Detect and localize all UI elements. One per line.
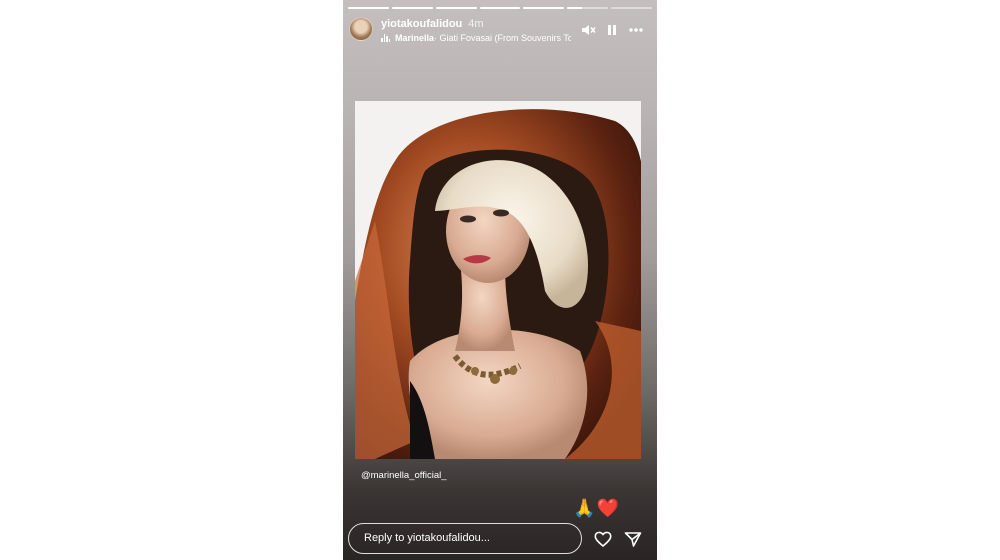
story-photo <box>355 101 641 459</box>
username[interactable]: yiotakoufalidou <box>381 18 462 30</box>
quick-reactions[interactable]: 🙏❤️ <box>573 498 620 519</box>
progress-segment <box>435 7 477 9</box>
progress-fill <box>523 7 565 9</box>
music-attribution[interactable]: Marinella · Giati Fovasai (From Souvenir… <box>381 33 571 43</box>
paper-plane-icon[interactable] <box>623 529 643 549</box>
story-user: yiotakoufalidou 4m <box>381 18 484 30</box>
music-artist: Marinella <box>395 33 435 43</box>
progress-segment <box>611 7 653 9</box>
heart-outline-icon[interactable] <box>593 529 613 549</box>
progress-fill <box>567 7 582 9</box>
reply-input[interactable]: Reply to yiotakoufalidou... <box>348 523 582 554</box>
progress-segment <box>348 7 389 9</box>
progress-fill <box>348 7 389 9</box>
avatar[interactable] <box>349 17 373 41</box>
mention-caption[interactable]: @marinella_official_ <box>361 470 447 481</box>
progress-fill <box>391 7 433 9</box>
story-viewer: yiotakoufalidou 4m Marinella · Giati Fova… <box>343 0 657 560</box>
story-progress <box>348 7 653 9</box>
more-horizontal-icon[interactable] <box>627 21 645 39</box>
progress-segment <box>391 7 433 9</box>
post-time: 4m <box>468 18 484 30</box>
progress-fill <box>479 7 521 9</box>
music-bars-icon <box>381 34 390 42</box>
portrait-illustration <box>355 101 641 459</box>
progress-fill <box>435 7 477 9</box>
pause-icon[interactable] <box>603 21 621 39</box>
speaker-muted-icon[interactable] <box>579 21 597 39</box>
progress-segment <box>567 7 609 9</box>
progress-segment <box>523 7 565 9</box>
story-header: yiotakoufalidou 4m Marinella · Giati Fova… <box>349 17 649 45</box>
progress-segment <box>479 7 521 9</box>
music-track: · Giati Fovasai (From Souvenirs To Sa <box>434 33 571 43</box>
